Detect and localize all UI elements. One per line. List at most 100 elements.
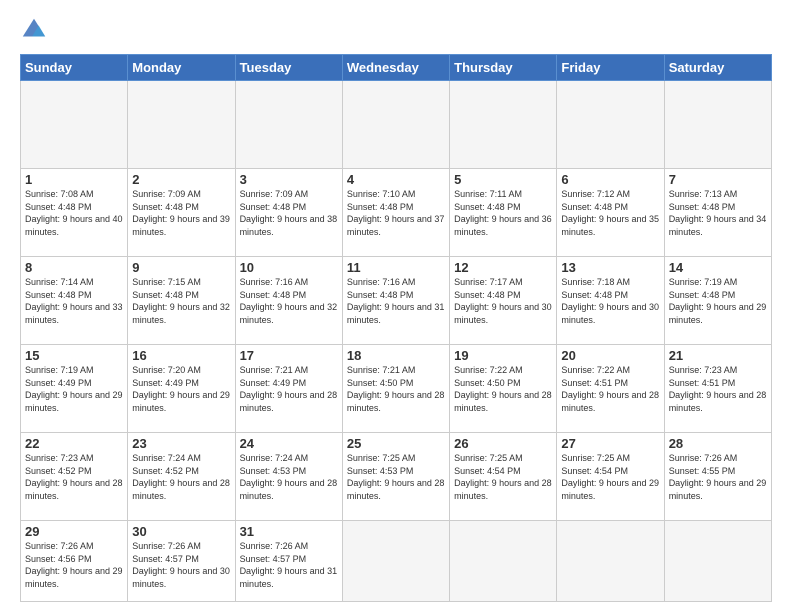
day-number: 16 <box>132 348 230 363</box>
calendar-cell: 6Sunrise: 7:12 AMSunset: 4:48 PMDaylight… <box>557 169 664 257</box>
day-number: 9 <box>132 260 230 275</box>
calendar-cell <box>450 521 557 602</box>
day-info: Sunrise: 7:14 AMSunset: 4:48 PMDaylight:… <box>25 276 123 326</box>
calendar-table: SundayMondayTuesdayWednesdayThursdayFrid… <box>20 54 772 602</box>
calendar-cell: 20Sunrise: 7:22 AMSunset: 4:51 PMDayligh… <box>557 345 664 433</box>
day-info: Sunrise: 7:19 AMSunset: 4:49 PMDaylight:… <box>25 364 123 414</box>
day-info: Sunrise: 7:19 AMSunset: 4:48 PMDaylight:… <box>669 276 767 326</box>
calendar-cell <box>557 521 664 602</box>
day-info: Sunrise: 7:26 AMSunset: 4:56 PMDaylight:… <box>25 540 123 590</box>
calendar-cell: 19Sunrise: 7:22 AMSunset: 4:50 PMDayligh… <box>450 345 557 433</box>
calendar-week-row <box>21 81 772 169</box>
day-header-friday: Friday <box>557 55 664 81</box>
day-info: Sunrise: 7:20 AMSunset: 4:49 PMDaylight:… <box>132 364 230 414</box>
calendar-cell: 15Sunrise: 7:19 AMSunset: 4:49 PMDayligh… <box>21 345 128 433</box>
calendar-cell: 13Sunrise: 7:18 AMSunset: 4:48 PMDayligh… <box>557 257 664 345</box>
calendar-cell: 14Sunrise: 7:19 AMSunset: 4:48 PMDayligh… <box>664 257 771 345</box>
calendar-week-row: 8Sunrise: 7:14 AMSunset: 4:48 PMDaylight… <box>21 257 772 345</box>
day-number: 22 <box>25 436 123 451</box>
day-number: 17 <box>240 348 338 363</box>
day-number: 11 <box>347 260 445 275</box>
calendar-cell: 24Sunrise: 7:24 AMSunset: 4:53 PMDayligh… <box>235 433 342 521</box>
calendar-cell: 11Sunrise: 7:16 AMSunset: 4:48 PMDayligh… <box>342 257 449 345</box>
day-info: Sunrise: 7:25 AMSunset: 4:54 PMDaylight:… <box>454 452 552 502</box>
day-number: 10 <box>240 260 338 275</box>
day-info: Sunrise: 7:10 AMSunset: 4:48 PMDaylight:… <box>347 188 445 238</box>
day-info: Sunrise: 7:26 AMSunset: 4:55 PMDaylight:… <box>669 452 767 502</box>
calendar-cell: 2Sunrise: 7:09 AMSunset: 4:48 PMDaylight… <box>128 169 235 257</box>
calendar-cell <box>557 81 664 169</box>
day-info: Sunrise: 7:23 AMSunset: 4:51 PMDaylight:… <box>669 364 767 414</box>
day-number: 3 <box>240 172 338 187</box>
calendar-cell: 16Sunrise: 7:20 AMSunset: 4:49 PMDayligh… <box>128 345 235 433</box>
day-header-tuesday: Tuesday <box>235 55 342 81</box>
calendar-cell: 30Sunrise: 7:26 AMSunset: 4:57 PMDayligh… <box>128 521 235 602</box>
day-number: 7 <box>669 172 767 187</box>
calendar-cell: 17Sunrise: 7:21 AMSunset: 4:49 PMDayligh… <box>235 345 342 433</box>
day-number: 29 <box>25 524 123 539</box>
day-header-thursday: Thursday <box>450 55 557 81</box>
calendar-cell: 7Sunrise: 7:13 AMSunset: 4:48 PMDaylight… <box>664 169 771 257</box>
day-number: 25 <box>347 436 445 451</box>
day-header-monday: Monday <box>128 55 235 81</box>
day-number: 8 <box>25 260 123 275</box>
calendar-cell <box>21 81 128 169</box>
calendar-cell: 31Sunrise: 7:26 AMSunset: 4:57 PMDayligh… <box>235 521 342 602</box>
day-number: 2 <box>132 172 230 187</box>
calendar-cell: 29Sunrise: 7:26 AMSunset: 4:56 PMDayligh… <box>21 521 128 602</box>
day-info: Sunrise: 7:26 AMSunset: 4:57 PMDaylight:… <box>240 540 338 590</box>
day-number: 26 <box>454 436 552 451</box>
calendar-cell: 28Sunrise: 7:26 AMSunset: 4:55 PMDayligh… <box>664 433 771 521</box>
page: SundayMondayTuesdayWednesdayThursdayFrid… <box>0 0 792 612</box>
day-header-wednesday: Wednesday <box>342 55 449 81</box>
day-number: 23 <box>132 436 230 451</box>
day-number: 31 <box>240 524 338 539</box>
day-info: Sunrise: 7:16 AMSunset: 4:48 PMDaylight:… <box>347 276 445 326</box>
day-number: 24 <box>240 436 338 451</box>
calendar-cell: 22Sunrise: 7:23 AMSunset: 4:52 PMDayligh… <box>21 433 128 521</box>
day-number: 30 <box>132 524 230 539</box>
calendar-cell: 18Sunrise: 7:21 AMSunset: 4:50 PMDayligh… <box>342 345 449 433</box>
header <box>20 16 772 44</box>
day-info: Sunrise: 7:18 AMSunset: 4:48 PMDaylight:… <box>561 276 659 326</box>
calendar-cell: 9Sunrise: 7:15 AMSunset: 4:48 PMDaylight… <box>128 257 235 345</box>
day-number: 20 <box>561 348 659 363</box>
day-header-saturday: Saturday <box>664 55 771 81</box>
day-number: 12 <box>454 260 552 275</box>
day-info: Sunrise: 7:15 AMSunset: 4:48 PMDaylight:… <box>132 276 230 326</box>
day-number: 27 <box>561 436 659 451</box>
calendar-cell: 25Sunrise: 7:25 AMSunset: 4:53 PMDayligh… <box>342 433 449 521</box>
calendar-cell: 4Sunrise: 7:10 AMSunset: 4:48 PMDaylight… <box>342 169 449 257</box>
calendar-cell: 21Sunrise: 7:23 AMSunset: 4:51 PMDayligh… <box>664 345 771 433</box>
calendar-cell <box>450 81 557 169</box>
calendar-cell: 26Sunrise: 7:25 AMSunset: 4:54 PMDayligh… <box>450 433 557 521</box>
calendar-cell: 12Sunrise: 7:17 AMSunset: 4:48 PMDayligh… <box>450 257 557 345</box>
calendar-week-row: 15Sunrise: 7:19 AMSunset: 4:49 PMDayligh… <box>21 345 772 433</box>
day-number: 5 <box>454 172 552 187</box>
day-info: Sunrise: 7:24 AMSunset: 4:53 PMDaylight:… <box>240 452 338 502</box>
day-number: 28 <box>669 436 767 451</box>
calendar-cell <box>128 81 235 169</box>
calendar-week-row: 22Sunrise: 7:23 AMSunset: 4:52 PMDayligh… <box>21 433 772 521</box>
calendar-week-row: 29Sunrise: 7:26 AMSunset: 4:56 PMDayligh… <box>21 521 772 602</box>
calendar-cell: 23Sunrise: 7:24 AMSunset: 4:52 PMDayligh… <box>128 433 235 521</box>
day-info: Sunrise: 7:16 AMSunset: 4:48 PMDaylight:… <box>240 276 338 326</box>
day-info: Sunrise: 7:09 AMSunset: 4:48 PMDaylight:… <box>240 188 338 238</box>
day-info: Sunrise: 7:23 AMSunset: 4:52 PMDaylight:… <box>25 452 123 502</box>
day-info: Sunrise: 7:22 AMSunset: 4:50 PMDaylight:… <box>454 364 552 414</box>
day-info: Sunrise: 7:21 AMSunset: 4:50 PMDaylight:… <box>347 364 445 414</box>
calendar-cell <box>342 521 449 602</box>
day-info: Sunrise: 7:22 AMSunset: 4:51 PMDaylight:… <box>561 364 659 414</box>
day-number: 13 <box>561 260 659 275</box>
calendar-cell: 27Sunrise: 7:25 AMSunset: 4:54 PMDayligh… <box>557 433 664 521</box>
day-number: 19 <box>454 348 552 363</box>
day-info: Sunrise: 7:25 AMSunset: 4:53 PMDaylight:… <box>347 452 445 502</box>
logo-icon <box>20 16 48 44</box>
day-info: Sunrise: 7:12 AMSunset: 4:48 PMDaylight:… <box>561 188 659 238</box>
day-info: Sunrise: 7:24 AMSunset: 4:52 PMDaylight:… <box>132 452 230 502</box>
day-info: Sunrise: 7:08 AMSunset: 4:48 PMDaylight:… <box>25 188 123 238</box>
day-number: 6 <box>561 172 659 187</box>
calendar-cell <box>342 81 449 169</box>
calendar-cell <box>664 521 771 602</box>
calendar-cell: 5Sunrise: 7:11 AMSunset: 4:48 PMDaylight… <box>450 169 557 257</box>
